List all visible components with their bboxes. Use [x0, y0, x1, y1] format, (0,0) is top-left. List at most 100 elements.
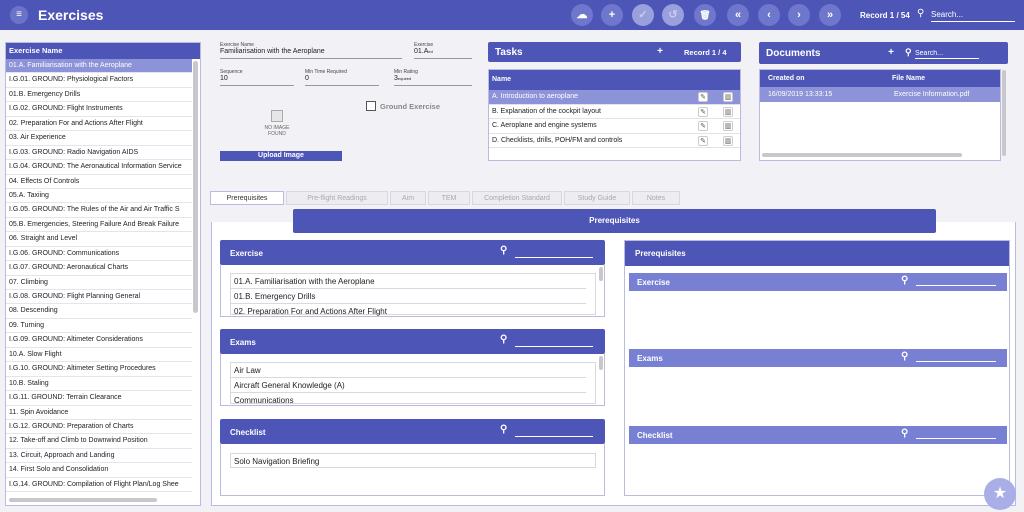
tab-notes[interactable]: Notes — [632, 191, 680, 205]
documents-search-input[interactable] — [915, 48, 979, 59]
min-time-field[interactable]: Min Time Required 0 — [305, 69, 379, 86]
trash-icon[interactable]: ▥ — [723, 106, 733, 117]
add-button[interactable]: + — [601, 4, 623, 26]
exercise-list-item[interactable]: 14. First Solo and Consolidation — [6, 463, 192, 478]
upload-image-button[interactable]: Upload Image — [220, 151, 342, 161]
checklist-item[interactable]: Solo Navigation Briefing — [230, 453, 596, 468]
search-icon[interactable]: ⚲ — [500, 424, 507, 435]
exercise-list-item[interactable]: I.G.06. GROUND: Communications — [6, 247, 192, 262]
exercise-list-item[interactable]: 10.A. Slow Flight — [6, 348, 192, 363]
task-row[interactable]: A. Introduction to aeroplane ✎ ▥ — [489, 90, 740, 105]
ground-exercise-checkbox[interactable]: Ground Exercise — [366, 101, 440, 111]
exercise-list-item[interactable]: 11. Spin Avoidance — [6, 406, 192, 420]
document-row[interactable]: 16/09/2019 13:33:15 Exercise Information… — [760, 87, 1000, 102]
previous-record-button[interactable]: ‹ — [758, 4, 780, 26]
edit-icon[interactable]: ✎ — [698, 135, 708, 146]
exercise-list-item[interactable]: I.G.14. GROUND: Compilation of Flight Pl… — [6, 478, 192, 493]
undo-button[interactable]: ↺ — [662, 4, 684, 26]
exercise-list-item[interactable]: I.G.12. GROUND: Preparation of Charts — [6, 420, 192, 435]
exercise-list-item[interactable]: 03. Air Experience — [6, 131, 192, 146]
favorite-star-button[interactable]: ★ — [984, 478, 1016, 510]
tab-aim[interactable]: Aim — [390, 191, 426, 205]
sequence-value[interactable]: 10 — [220, 75, 294, 86]
exams-item[interactable]: Communications — [231, 393, 586, 405]
trash-icon[interactable]: ▥ — [723, 135, 733, 146]
column-file-name[interactable]: File Name — [892, 70, 925, 87]
exercise-list-item[interactable]: I.G.09. GROUND: Altimeter Considerations — [6, 333, 192, 348]
exercise-section-scrollbar[interactable] — [599, 267, 603, 281]
exercise-list-item[interactable]: 09. Turning — [6, 319, 192, 334]
exercise-list-item[interactable]: I.G.10. GROUND: Altimeter Setting Proced… — [6, 362, 192, 377]
last-record-button[interactable]: » — [819, 4, 841, 26]
task-row[interactable]: B. Explanation of the cockpit layout ✎ ▥ — [489, 105, 740, 119]
delete-button[interactable]: 🗑 — [694, 4, 716, 26]
save-button[interactable]: ✓ — [632, 4, 654, 26]
exams-section-scrollbar[interactable] — [599, 356, 603, 370]
add-task-button[interactable]: + — [654, 46, 666, 58]
exercise-name-field[interactable]: Exercise Name Familiarisation with the A… — [220, 42, 402, 59]
exercise-list-item[interactable]: 01.B. Emergency Drills — [6, 88, 192, 103]
upload-cloud-button[interactable]: ☁ — [571, 4, 593, 26]
exercise-list-item[interactable]: I.G.01. GROUND: Physiological Factors — [6, 73, 192, 88]
exercise-list-item[interactable]: 13. Circuit, Approach and Landing — [6, 449, 192, 464]
exams-item[interactable]: Air Law — [231, 363, 586, 378]
min-time-value[interactable]: 0 — [305, 75, 379, 86]
exercise-list-item[interactable]: 07. Climbing — [6, 276, 192, 290]
exercise-list-item[interactable]: I.G.07. GROUND: Aeronautical Charts — [6, 261, 192, 276]
exercise-name-value[interactable]: Familiarisation with the Aeroplane — [220, 48, 402, 59]
edit-icon[interactable]: ✎ — [698, 106, 708, 117]
next-record-button[interactable]: › — [788, 4, 810, 26]
exercise-list-item[interactable]: 10.B. Staling — [6, 377, 192, 392]
tab-study-guide[interactable]: Study Guide — [564, 191, 630, 205]
search-icon[interactable]: ⚲ — [500, 334, 507, 345]
exercise-item[interactable]: 02. Preparation For and Actions After Fl… — [231, 304, 586, 316]
exercise-list-item[interactable]: I.G.08. GROUND: Flight Planning General — [6, 290, 192, 305]
exercise-list-item[interactable]: 12. Take-off and Climb to Downwind Posit… — [6, 434, 192, 449]
add-document-button[interactable]: + — [885, 47, 897, 59]
exercise-list-item[interactable]: I.G.05. GROUND: The Rules of the Air and… — [6, 203, 192, 218]
search-input[interactable] — [931, 8, 1015, 22]
documents-hscrollbar[interactable] — [762, 153, 962, 157]
exercise-list-item[interactable]: 04. Effects Of Controls — [6, 175, 192, 189]
exercise-list-scrollbar[interactable] — [193, 61, 198, 313]
task-row[interactable]: D. Checklists, drills, POH/FM and contro… — [489, 134, 740, 148]
exercise-list-item[interactable]: I.G.04. GROUND: The Aeronautical Informa… — [6, 160, 192, 175]
min-rating-value[interactable]: 3equired — [394, 75, 472, 86]
tab-prerequisites[interactable]: Prerequisites — [210, 191, 284, 205]
first-record-button[interactable]: « — [727, 4, 749, 26]
exercise-list-hscrollbar[interactable] — [9, 498, 157, 502]
exercise-list-item[interactable]: I.G.11. GROUND: Terrain Clearance — [6, 391, 192, 406]
search-icon[interactable]: ⚲ — [901, 428, 908, 439]
search-icon[interactable]: ⚲ — [901, 275, 908, 286]
task-row[interactable]: C. Aeroplane and engine systems ✎ ▥ — [489, 119, 740, 134]
tab-completion-standard[interactable]: Completion Standard — [472, 191, 562, 205]
documents-vscrollbar[interactable] — [1002, 70, 1006, 156]
exercise-item[interactable]: 01.A. Familiarisation with the Aeroplane — [231, 274, 586, 289]
edit-icon[interactable]: ✎ — [698, 92, 708, 102]
exercise-list-item[interactable]: 02. Preparation For and Actions After Fl… — [6, 117, 192, 132]
tasks-column-name[interactable]: Name — [489, 70, 740, 90]
trash-icon[interactable]: ▥ — [723, 121, 733, 131]
exercise-list-item[interactable]: 05.A. Taxiing — [6, 189, 192, 204]
tab-tem[interactable]: TEM — [428, 191, 470, 205]
tab-pre-flight-readings[interactable]: Pre-flight Readings — [286, 191, 388, 205]
column-created-on[interactable]: Created on — [768, 70, 805, 87]
sequence-field[interactable]: Sequence 10 — [220, 69, 294, 86]
menu-icon[interactable]: ≡ — [10, 6, 28, 24]
exercise-list-item[interactable]: 06. Straight and Level — [6, 232, 192, 247]
exercise-code-field[interactable]: Exercise 01.Aed — [414, 42, 472, 59]
exercise-list-item[interactable]: I.G.02. GROUND: Flight Instruments — [6, 102, 192, 117]
exercise-list-item[interactable]: 01.A. Familiarisation with the Aeroplane — [6, 59, 192, 74]
search-icon[interactable]: ⚲ — [500, 245, 507, 256]
exercise-list-item[interactable]: 08. Descending — [6, 304, 192, 319]
exercise-item[interactable]: 01.B. Emergency Drills — [231, 289, 586, 304]
checkbox-box[interactable] — [366, 101, 376, 111]
exams-item[interactable]: Aircraft General Knowledge (A) — [231, 378, 586, 393]
exercise-code-value[interactable]: 01.Aed — [414, 48, 472, 59]
min-rating-field[interactable]: Min Rating 3equired — [394, 69, 472, 86]
exercise-list-item[interactable]: I.G.03. GROUND: Radio Navigation AIDS — [6, 146, 192, 161]
search-icon[interactable]: ⚲ — [901, 351, 908, 362]
trash-icon[interactable]: ▥ — [723, 92, 733, 102]
exercise-list-header[interactable]: Exercise Name — [6, 43, 200, 59]
exercise-list-item[interactable]: 05.B. Emergencies, Steering Failure And … — [6, 218, 192, 233]
